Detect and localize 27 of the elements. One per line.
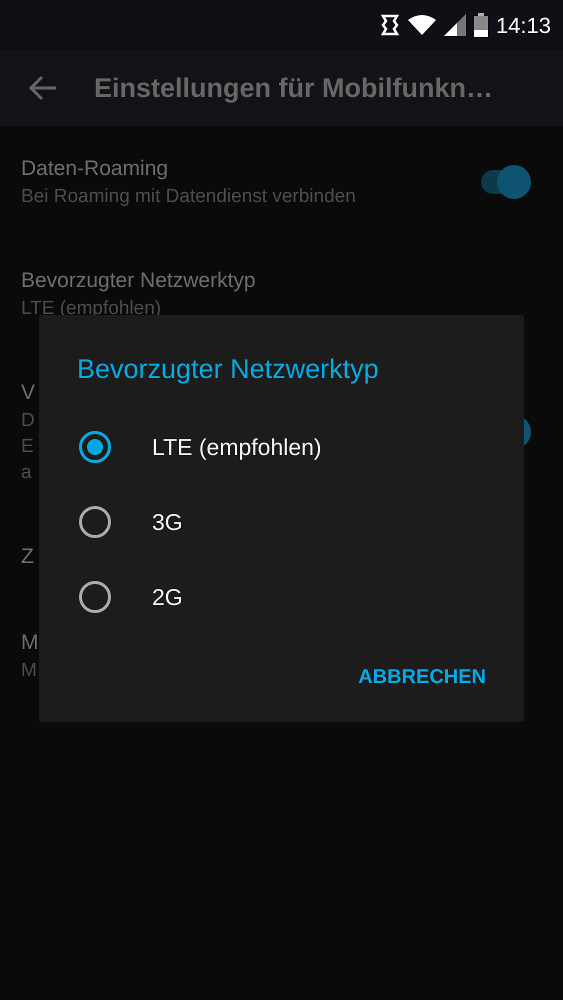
setting-summary: LTE (empfohlen): [21, 297, 162, 321]
dialog-title: Bevorzugter Netzwerktyp: [77, 353, 379, 386]
setting-title[interactable]: V: [21, 378, 36, 408]
setting-title[interactable]: Bevorzugter Netzwerktyp: [21, 266, 256, 296]
setting-summary: M: [21, 659, 37, 683]
radio-button[interactable]: [79, 431, 111, 463]
toggle-switch[interactable]: [479, 165, 531, 199]
option-label[interactable]: 2G: [152, 580, 183, 614]
setting-summary: a: [21, 461, 32, 485]
setting-summary: Bei Roaming mit Datendienst verbinden: [21, 185, 356, 209]
setting-summary: D: [21, 409, 35, 433]
back-arrow-icon[interactable]: [28, 75, 58, 101]
battery-icon: [474, 13, 488, 37]
option-label[interactable]: LTE (empfohlen): [152, 430, 322, 464]
toolbar-title: Einstellungen für Mobilfunkn…: [94, 72, 493, 105]
radio-button[interactable]: [79, 581, 111, 613]
cancel-button[interactable]: ABBRECHEN: [350, 654, 494, 700]
setting-title[interactable]: M: [21, 628, 38, 658]
option-label[interactable]: 3G: [152, 504, 183, 540]
clock-time: 14:13: [496, 12, 551, 40]
wifi-icon: [408, 14, 436, 36]
setting-title[interactable]: Z: [21, 542, 34, 572]
signal-icon: [444, 14, 466, 36]
notification-icon: [380, 14, 400, 36]
setting-summary: E: [21, 435, 34, 459]
setting-title[interactable]: Daten-Roaming: [21, 154, 168, 184]
radio-button[interactable]: [79, 506, 111, 538]
